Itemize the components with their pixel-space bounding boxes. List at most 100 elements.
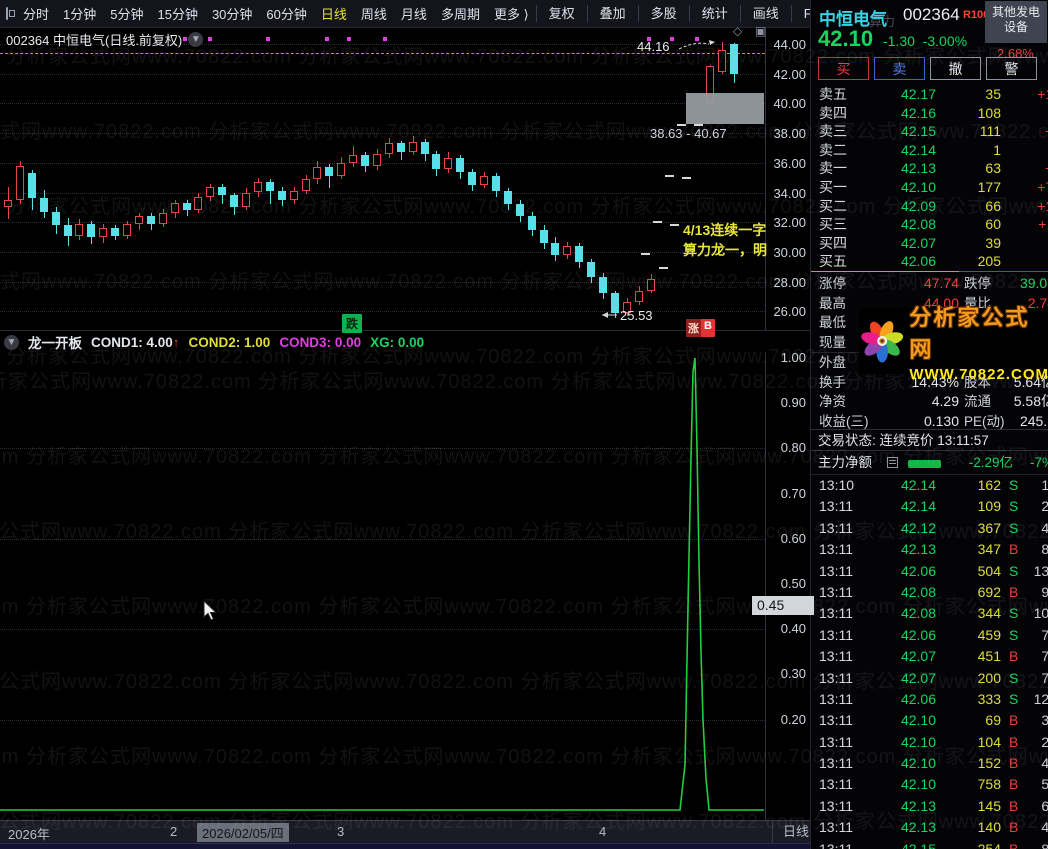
tick-price: 42.12 xyxy=(900,519,936,536)
tick-row[interactable]: 13:11 42.13 347 B 81 xyxy=(811,539,1048,560)
menu-item-多周期[interactable]: 多周期 xyxy=(434,4,487,23)
scroll-strip[interactable] xyxy=(0,843,810,849)
signal-dot xyxy=(670,37,674,41)
tick-row[interactable]: 13:11 42.13 145 B 68 xyxy=(811,796,1048,817)
menu-item-5分钟[interactable]: 5分钟 xyxy=(103,4,150,23)
indicator-pane[interactable]: 2.com 分析家公式网www.70822.com 分析家公式网www.7082… xyxy=(0,352,1048,833)
menu-item-1分钟[interactable]: 1分钟 xyxy=(56,4,103,23)
panel-toggle-icon[interactable]: ▣ xyxy=(755,24,766,38)
order-book-row[interactable]: 卖五 42.17 35 +15 xyxy=(811,85,1048,104)
ob-volume: 205 xyxy=(977,253,1001,270)
menu-item-30分钟[interactable]: 30分钟 xyxy=(205,4,259,23)
ob-delta: +10 xyxy=(1037,197,1048,214)
tick-row[interactable]: 13:11 42.06 333 S 129 xyxy=(811,689,1048,710)
order-book-row[interactable]: 买二 42.09 66 +10 xyxy=(811,197,1048,216)
low-price-label: 25.53 xyxy=(620,308,653,323)
ob-volume: 60 xyxy=(985,216,1001,233)
industry-box[interactable]: 其他发电 设备 xyxy=(985,1,1047,43)
order-book-row[interactable]: 买一 42.10 177 +71 xyxy=(811,178,1048,197)
axis-label: 0.20 xyxy=(780,711,806,727)
tick-row[interactable]: 13:11 42.08 692 B 90 xyxy=(811,582,1048,603)
candle xyxy=(242,192,250,208)
tick-volume: 200 xyxy=(977,669,1001,686)
tick-row[interactable]: 13:11 42.10 104 B 29 xyxy=(811,732,1048,753)
tick-count: 29 xyxy=(1041,733,1048,750)
order-book-row[interactable]: 买五 42.06 205 xyxy=(811,252,1048,271)
tick-row[interactable]: 13:11 42.07 200 S 77 xyxy=(811,668,1048,689)
order-book-row[interactable]: 卖一42.1363+2 xyxy=(811,159,1048,178)
tick-direction: S xyxy=(1009,498,1019,515)
tick-direction: S xyxy=(1009,562,1019,579)
tick-row[interactable]: 13:11 42.10 69 B 36 xyxy=(811,710,1048,731)
menu-item-周线[interactable]: 周线 xyxy=(354,4,394,23)
tick-row[interactable]: 13:11 42.06 504 S 132 xyxy=(811,561,1048,582)
last-price: 42.10 xyxy=(818,26,874,51)
tick-row[interactable]: 13:11 42.10 152 B 43 xyxy=(811,753,1048,774)
period-label[interactable]: 日线 xyxy=(772,821,809,843)
ob-volume: 111 xyxy=(979,123,1001,140)
menu-item-分时[interactable]: 分时 xyxy=(16,4,56,23)
tick-price: 42.14 xyxy=(900,477,936,493)
tick-row[interactable]: 13:11 42.10 758 B 57 xyxy=(811,774,1048,795)
gap-range-box xyxy=(686,93,764,124)
tick-row[interactable]: 13:11 42.12 367 S 47 xyxy=(811,518,1048,539)
trade-button-警[interactable]: 警 xyxy=(986,57,1037,80)
candle xyxy=(63,225,72,236)
tick-time: 13:11 xyxy=(819,519,853,536)
tick-volume: 152 xyxy=(977,755,1001,772)
menu-item-复权[interactable]: 复权 xyxy=(535,5,587,22)
candle xyxy=(503,191,512,205)
ob-volume: 177 xyxy=(977,178,1001,195)
order-book-row[interactable]: 卖二 42.14 1 xyxy=(811,141,1048,160)
tick-row[interactable]: 13:11 42.13 140 B 47 xyxy=(811,817,1048,838)
diamond-icon[interactable]: ◇ xyxy=(733,24,742,38)
menu-item-60分钟[interactable]: 60分钟 xyxy=(259,4,313,23)
menu-item-统计[interactable]: 统计 xyxy=(688,5,740,22)
window-icon[interactable] xyxy=(6,7,15,20)
tick-volume: 140 xyxy=(977,819,1001,836)
order-book-row[interactable]: 买三 42.08 60 +11 xyxy=(811,215,1048,234)
cond3-value: COND3: 0.00 xyxy=(279,334,362,350)
tick-row[interactable]: 13:11 42.07 451 B 73 xyxy=(811,646,1048,667)
ob-delta: +11 xyxy=(1038,216,1048,233)
tick-row[interactable]: 13:11 42.14 109 S 24 xyxy=(811,496,1048,517)
list-icon[interactable] xyxy=(887,457,898,468)
trade-button-撤[interactable]: 撤 xyxy=(930,57,981,80)
tick-row[interactable]: 13:11 42.15 254 B 89 xyxy=(811,839,1048,849)
trade-button-买[interactable]: 买 xyxy=(818,57,869,80)
candle xyxy=(587,262,596,278)
order-book-row[interactable]: 卖三42.15111+1 xyxy=(811,122,1048,141)
ob-price: 42.06 xyxy=(900,253,936,270)
axis-label: 0.80 xyxy=(780,440,806,456)
menu-item-月线[interactable]: 月线 xyxy=(394,4,434,23)
menu-item-15分钟[interactable]: 15分钟 xyxy=(150,4,204,23)
menu-item-日线[interactable]: 日线 xyxy=(314,4,354,23)
main-chart-pane[interactable]: 44.16 38.63 - 40.67 4/13连续一字 算力龙一，明 25.5… xyxy=(0,27,1048,368)
trade-button-卖[interactable]: 卖 xyxy=(874,57,925,80)
menu-item-画线[interactable]: 画线 xyxy=(739,5,791,22)
chevron-down-icon[interactable]: ▼ xyxy=(188,32,204,47)
tick-count: 81 xyxy=(1041,541,1048,558)
gridline xyxy=(0,162,765,164)
signal-dot xyxy=(266,37,270,41)
up-arrow-icon: ↑ xyxy=(172,334,180,350)
menu-item-多股[interactable]: 多股 xyxy=(637,5,689,22)
tick-price: 42.06 xyxy=(900,562,936,579)
tick-row[interactable]: 13:11 42.06 459 S 70 xyxy=(811,625,1048,646)
order-book-row[interactable]: 卖四 42.16 108 xyxy=(811,104,1048,123)
tick-volume: 459 xyxy=(977,626,1001,643)
tick-price: 42.10 xyxy=(900,733,936,750)
candle xyxy=(301,179,310,191)
crosshair-value-box: 0.45 xyxy=(752,596,814,615)
tick-row[interactable]: 13:11 42.08 344 S 101 xyxy=(811,603,1048,624)
tick-volume: 145 xyxy=(977,797,1001,814)
tick-time: 13:11 xyxy=(819,669,853,686)
menu-item-叠加[interactable]: 叠加 xyxy=(586,5,638,22)
stat-value: 4.29 xyxy=(931,393,959,409)
tick-row[interactable]: 13:10 42.14 162 S 15 xyxy=(811,475,1048,496)
order-book: 卖五42.1735+15卖四42.16108卖三42.15111+1卖二42.1… xyxy=(811,85,1048,271)
menu-item-更多 ⟩[interactable]: 更多 ⟩ xyxy=(487,4,536,23)
chevron-down-icon[interactable]: ▼ xyxy=(4,334,19,350)
tick-direction: S xyxy=(1009,626,1019,643)
order-book-row[interactable]: 买四 42.07 39 xyxy=(811,234,1048,253)
